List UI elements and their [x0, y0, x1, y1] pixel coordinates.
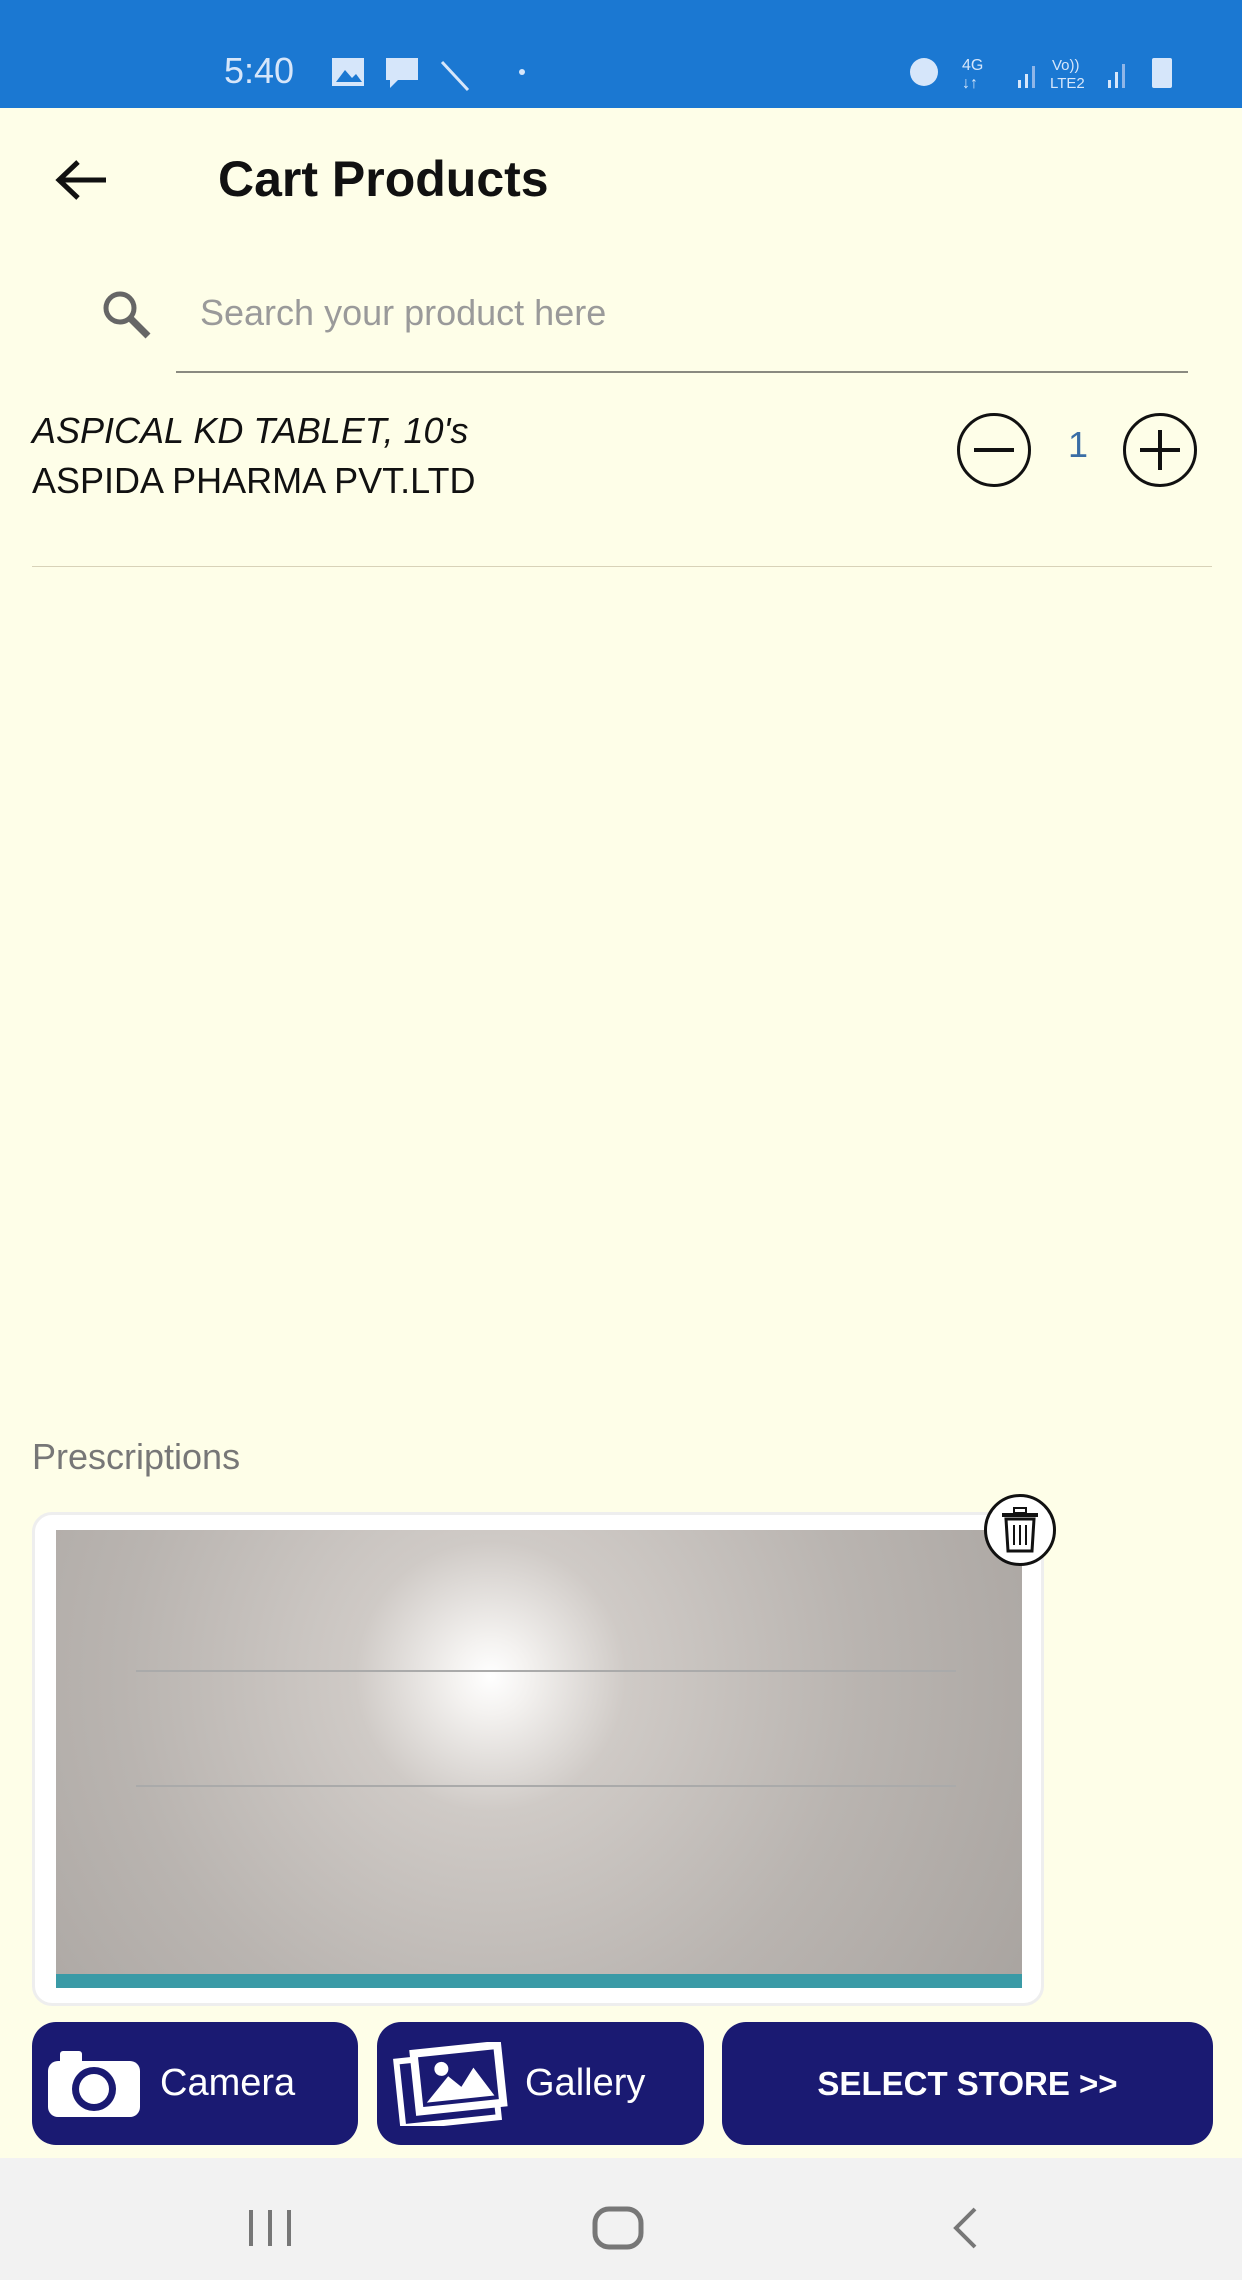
- search-underline: [176, 371, 1188, 373]
- data-transfer-icon: ↓↑: [962, 75, 978, 92]
- camera-icon: [48, 2050, 140, 2117]
- product-name: ASPICAL KD TABLET, 10's: [32, 410, 469, 451]
- battery-icon: [1152, 58, 1172, 88]
- navigation-bar: [0, 2158, 1242, 2280]
- back-icon[interactable]: [950, 2206, 980, 2250]
- product-manufacturer: ASPIDA PHARMA PVT.LTD: [32, 460, 476, 501]
- gallery-button[interactable]: Gallery: [377, 2022, 704, 2145]
- notification-icons: [332, 58, 525, 92]
- arrow-left-icon[interactable]: [54, 158, 108, 202]
- signal-icon-sim2: [1108, 64, 1125, 88]
- prescriptions-label: Prescriptions: [32, 1436, 241, 1477]
- image-icon: [332, 58, 364, 86]
- decrease-quantity-button[interactable]: [957, 413, 1031, 487]
- volte-label: Vo)): [1052, 57, 1080, 74]
- message-icon: [386, 58, 418, 88]
- increase-quantity-button[interactable]: [1123, 413, 1197, 487]
- magic-wand-icon: [440, 60, 470, 92]
- minus-icon: [974, 448, 1014, 452]
- photo-detail: [136, 1785, 956, 1787]
- trash-icon: [1002, 1507, 1038, 1553]
- gallery-icon: [393, 2041, 508, 2126]
- lte2-label: LTE2: [1050, 75, 1085, 92]
- network-type-label: 4G: [962, 57, 983, 74]
- quantity-value: 1: [1068, 424, 1089, 465]
- search-input[interactable]: Search your product here: [200, 292, 606, 334]
- more-notifications-dot-icon: [519, 69, 525, 75]
- divider: [32, 566, 1212, 567]
- home-icon[interactable]: [592, 2206, 644, 2250]
- delete-prescription-button[interactable]: [984, 1494, 1056, 1566]
- status-time: 5:40: [224, 50, 295, 91]
- recent-apps-icon[interactable]: [246, 2208, 296, 2248]
- photo-detail: [136, 1670, 956, 1672]
- select-store-button[interactable]: SELECT STORE >>: [722, 2022, 1213, 2145]
- photo-detail: [56, 1974, 1022, 1988]
- gallery-label: Gallery: [525, 2062, 646, 2104]
- alarm-icon: [910, 58, 938, 86]
- prescription-image[interactable]: [56, 1530, 1022, 1988]
- camera-label: Camera: [160, 2062, 296, 2104]
- plus-icon: [1140, 430, 1180, 470]
- status-bar: 5:40 4G ↓↑ Vo)) LTE2: [0, 0, 1242, 108]
- search-icon: [103, 291, 151, 339]
- signal-icon: [1018, 66, 1035, 88]
- page-title: Cart Products: [218, 151, 549, 207]
- system-icons: 4G ↓↑ Vo)) LTE2: [910, 57, 1172, 92]
- camera-button[interactable]: Camera: [32, 2022, 358, 2145]
